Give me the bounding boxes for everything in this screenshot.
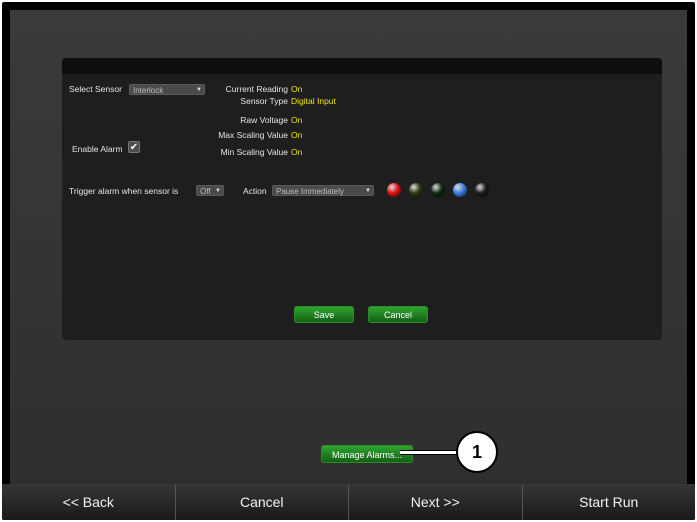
- app-frame: Select Sensor Interlock ▼ Current Readin…: [2, 2, 695, 520]
- panel-cancel-button[interactable]: Cancel: [368, 306, 428, 323]
- trigger-label: Trigger alarm when sensor is: [69, 186, 179, 196]
- raw-voltage-label: Raw Voltage: [240, 115, 288, 125]
- trigger-select[interactable]: Off ▼: [196, 185, 224, 196]
- main-screen: Select Sensor Interlock ▼ Current Readin…: [10, 10, 687, 484]
- indicator-green[interactable]: [431, 183, 445, 197]
- start-run-button[interactable]: Start Run: [523, 484, 696, 520]
- alarm-settings-panel: Select Sensor Interlock ▼ Current Readin…: [62, 58, 662, 340]
- raw-voltage-value: On: [291, 115, 303, 125]
- indicator-red[interactable]: [387, 183, 401, 197]
- callout-badge: 1: [456, 431, 498, 473]
- action-select[interactable]: Pause Immediately ▼: [272, 185, 374, 196]
- next-button[interactable]: Next >>: [349, 484, 523, 520]
- trigger-select-value: Off: [200, 187, 211, 196]
- enable-alarm-checkbox[interactable]: ✔: [128, 141, 140, 153]
- action-label: Action: [243, 186, 267, 196]
- current-reading-value: On: [291, 84, 303, 94]
- back-button[interactable]: << Back: [2, 484, 176, 520]
- sensor-type-label: Sensor Type: [240, 96, 288, 106]
- max-scaling-value: On: [291, 130, 303, 140]
- sensor-type-value: Digital Input: [291, 96, 336, 106]
- chevron-down-icon: ▼: [215, 188, 221, 194]
- max-scaling-label: Max Scaling Value: [218, 130, 288, 140]
- indicator-yellow[interactable]: [409, 183, 423, 197]
- chevron-down-icon: ▼: [365, 188, 371, 194]
- enable-alarm-label: Enable Alarm: [72, 144, 123, 154]
- callout-pointer-line: [400, 450, 458, 455]
- indicator-blue[interactable]: [453, 183, 467, 197]
- sensor-select-value: Interlock: [133, 86, 164, 95]
- min-scaling-label: Min Scaling Value: [220, 147, 288, 157]
- panel-header: [62, 58, 662, 74]
- cancel-button[interactable]: Cancel: [176, 484, 349, 520]
- indicator-black[interactable]: [475, 183, 489, 197]
- checkmark-icon: ✔: [129, 142, 139, 153]
- action-select-value: Pause Immediately: [276, 187, 345, 196]
- save-button[interactable]: Save: [294, 306, 354, 323]
- current-reading-label: Current Reading: [225, 84, 288, 94]
- min-scaling-value: On: [291, 147, 303, 157]
- bottom-nav-bar: << Back Cancel Next >> Start Run: [2, 484, 695, 520]
- select-sensor-label: Select Sensor: [69, 84, 122, 94]
